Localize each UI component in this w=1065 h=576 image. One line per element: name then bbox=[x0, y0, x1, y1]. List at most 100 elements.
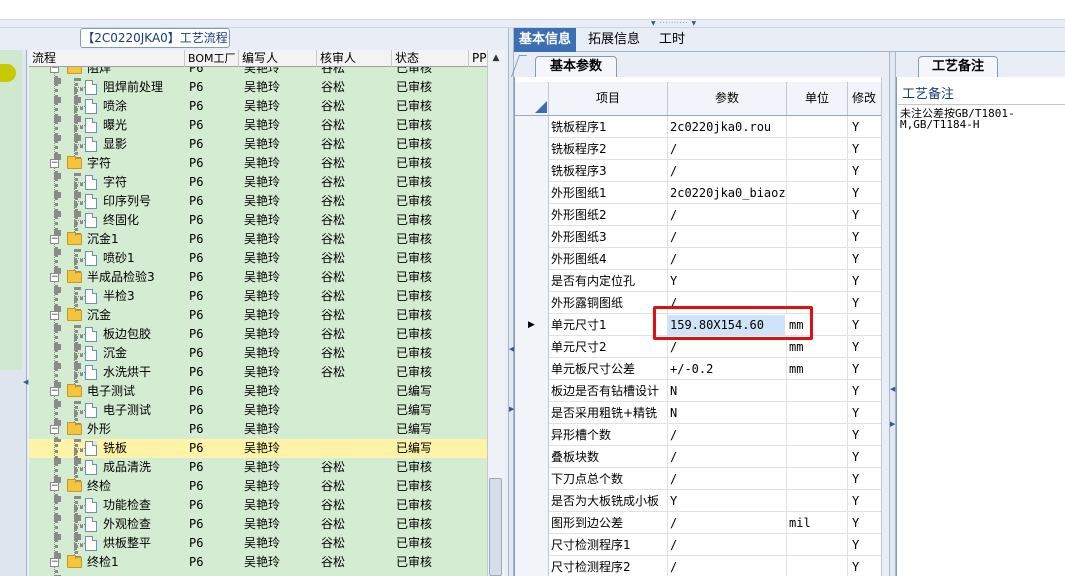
col-header-pp[interactable]: PP bbox=[469, 50, 487, 67]
row-indicator[interactable] bbox=[515, 512, 549, 534]
row-indicator[interactable] bbox=[515, 424, 549, 446]
row-indicator[interactable] bbox=[515, 182, 549, 204]
param-value-cell[interactable]: / bbox=[668, 512, 787, 534]
collapse-node-icon[interactable]: − bbox=[50, 425, 59, 434]
param-row[interactable]: 叠板块数 / Y bbox=[515, 446, 888, 468]
tree-folder-row[interactable]: − 字符 P6 吴艳玲 谷松 已审核 bbox=[29, 154, 487, 179]
param-row[interactable]: 异形槽个数 / Y bbox=[515, 424, 888, 446]
col-header-flow[interactable]: 流程 bbox=[29, 50, 185, 67]
tree-item-row[interactable]: 阻焊前处理 P6 吴艳玲 谷松 已审核 bbox=[29, 78, 487, 103]
tree-item-row[interactable]: 半检3 P6 吴艳玲 谷松 已审核 bbox=[29, 287, 487, 312]
param-value-cell[interactable]: / bbox=[668, 248, 787, 270]
row-indicator[interactable] bbox=[515, 468, 549, 490]
tree-item-row[interactable]: 曝光 P6 吴艳玲 谷松 已审核 bbox=[29, 116, 487, 141]
tab-basic-info[interactable]: 基本信息 bbox=[514, 28, 576, 52]
row-indicator[interactable] bbox=[515, 116, 549, 138]
tree-folder-row[interactable]: − 终检1 P6 吴艳玲 谷松 已审核 bbox=[29, 553, 487, 576]
param-row[interactable]: 图形到边公差 / mil Y bbox=[515, 512, 888, 534]
param-value-cell[interactable]: / bbox=[668, 138, 787, 160]
param-value-cell[interactable]: N bbox=[668, 402, 787, 424]
row-indicator[interactable] bbox=[515, 248, 549, 270]
tree-item-row[interactable]: 喷砂1 P6 吴艳玲 谷松 已审核 bbox=[29, 249, 487, 274]
collapse-left-icon[interactable]: ◀ bbox=[23, 378, 28, 386]
tab-work-hours[interactable]: 工时 bbox=[652, 28, 692, 52]
row-indicator[interactable] bbox=[515, 358, 549, 380]
param-value-cell[interactable]: / bbox=[668, 556, 787, 576]
subtab-basic-params[interactable]: 基本参数 bbox=[535, 56, 617, 78]
tree-item-row[interactable]: 电子测试 P6 吴艳玲 已编写 bbox=[29, 401, 487, 426]
param-row[interactable]: 尺寸检测程序2/Y bbox=[515, 556, 888, 576]
col-header-reviewer[interactable]: 核审人 bbox=[317, 50, 392, 67]
param-value-cell[interactable]: 2c0220jka0_biaoz... bbox=[668, 182, 787, 204]
param-row[interactable]: 铣板程序2/Y bbox=[515, 138, 888, 160]
tree-item-row[interactable]: 铣板 P6 吴艳玲 已编写 bbox=[29, 439, 487, 464]
col-header-param[interactable]: 参数 bbox=[668, 82, 787, 115]
tree-item-row[interactable]: 沉金 P6 吴艳玲 谷松 已审核 bbox=[29, 344, 487, 369]
tree-item-row[interactable]: 喷涂 P6 吴艳玲 谷松 已审核 bbox=[29, 97, 487, 122]
param-value-cell[interactable]: +/-0.2 bbox=[668, 358, 787, 380]
param-row[interactable]: 外形图纸12c0220jka0_biaoz...Y bbox=[515, 182, 888, 204]
param-value-cell[interactable]: / bbox=[668, 160, 787, 182]
row-indicator[interactable] bbox=[515, 292, 549, 314]
param-row[interactable]: 外形图纸2/Y bbox=[515, 204, 888, 226]
tree-item-row[interactable]: 板边包胶 P6 吴艳玲 谷松 已审核 bbox=[29, 325, 487, 350]
collapse-node-icon[interactable]: − bbox=[50, 273, 59, 282]
row-indicator[interactable] bbox=[515, 138, 549, 160]
param-row[interactable]: 尺寸检测程序1/Y bbox=[515, 534, 888, 556]
tree-folder-row[interactable]: − 半成品检验3 P6 吴艳玲 谷松 已审核 bbox=[29, 268, 487, 293]
splitter-grip-icon[interactable]: ▼ ·········· ▼ bbox=[640, 20, 708, 27]
row-indicator[interactable] bbox=[515, 270, 549, 292]
tree-item-row[interactable]: 显影 P6 吴艳玲 谷松 已审核 bbox=[29, 135, 487, 160]
tree-item-row[interactable]: 终固化 P6 吴艳玲 谷松 已审核 bbox=[29, 211, 487, 236]
param-value-cell[interactable]: / bbox=[668, 226, 787, 248]
collapse-node-icon[interactable]: − bbox=[50, 558, 59, 567]
tree-item-row[interactable]: 印序列号 P6 吴艳玲 谷松 已审核 bbox=[29, 192, 487, 217]
tree-folder-row[interactable]: − 阻焊 P6 吴艳玲 谷松 已审核 bbox=[29, 67, 487, 84]
param-value-cell[interactable]: Y bbox=[668, 490, 787, 512]
param-value-cell[interactable]: 2c0220jka0.rou bbox=[668, 116, 787, 138]
param-row[interactable]: 是否采用粗铣+精铣 N Y bbox=[515, 402, 888, 424]
param-row[interactable]: 板边是否有钻槽设计 N Y bbox=[515, 380, 888, 402]
param-value-cell[interactable]: / bbox=[668, 204, 787, 226]
tree-scrollbar-thumb[interactable] bbox=[489, 478, 502, 576]
param-row[interactable]: 铣板程序3/Y bbox=[515, 160, 888, 182]
col-header-bom[interactable]: BOM工厂 bbox=[185, 50, 239, 67]
notes-splitter[interactable] bbox=[889, 52, 896, 576]
tree-folder-row[interactable]: − 终检 P6 吴艳玲 谷松 已审核 bbox=[29, 477, 487, 502]
param-value-cell[interactable]: / bbox=[668, 424, 787, 446]
row-indicator[interactable] bbox=[515, 336, 549, 358]
param-value-cell[interactable]: / bbox=[668, 446, 787, 468]
tree-folder-row[interactable]: − 沉金 P6 吴艳玲 谷松 已审核 bbox=[29, 306, 487, 331]
param-value-cell[interactable]: / bbox=[668, 534, 787, 556]
row-indicator[interactable] bbox=[515, 380, 549, 402]
row-indicator[interactable] bbox=[515, 204, 549, 226]
tab-extended-info[interactable]: 拓展信息 bbox=[582, 28, 646, 52]
notes-splitter-left-icon[interactable]: ◀ bbox=[890, 385, 895, 393]
row-indicator[interactable] bbox=[515, 534, 549, 556]
collapse-node-icon[interactable]: − bbox=[50, 159, 59, 168]
tree-item-row[interactable]: 水洗烘干 P6 吴艳玲 谷松 已审核 bbox=[29, 363, 487, 388]
scroll-up-arrow-icon[interactable]: ▲ bbox=[488, 50, 504, 66]
top-splitter[interactable] bbox=[0, 20, 1065, 28]
param-row[interactable]: 外形图纸4/Y bbox=[515, 248, 888, 270]
notes-splitter-right-icon[interactable]: ▶ bbox=[890, 420, 895, 428]
param-value-cell[interactable]: / bbox=[668, 468, 787, 490]
tree-item-row[interactable]: 成品清洗 P6 吴艳玲 谷松 已审核 bbox=[29, 458, 487, 483]
col-header-author[interactable]: 编写人 bbox=[239, 50, 317, 67]
row-indicator[interactable] bbox=[515, 402, 549, 424]
param-row[interactable]: 单元板尺寸公差 +/-0.2 mm Y bbox=[515, 358, 888, 380]
row-indicator[interactable] bbox=[515, 490, 549, 512]
tree-folder-row[interactable]: − 外形 P6 吴艳玲 已编写 bbox=[29, 420, 487, 445]
param-row[interactable]: 是否有内定位孔 Y Y bbox=[515, 270, 888, 292]
tree-item-row[interactable]: 烘板整平 P6 吴艳玲 谷松 已审核 bbox=[29, 534, 487, 559]
collapse-node-icon[interactable]: − bbox=[50, 482, 59, 491]
params-grid-scrollbar[interactable] bbox=[881, 77, 889, 576]
subtab-process-notes[interactable]: 工艺备注 bbox=[918, 56, 998, 78]
collapse-node-icon[interactable]: − bbox=[50, 387, 59, 396]
param-value-cell[interactable]: N bbox=[668, 380, 787, 402]
tree-folder-row[interactable]: − 电子测试 P6 吴艳玲 已编写 bbox=[29, 382, 487, 407]
col-header-item[interactable]: 项目 bbox=[549, 82, 668, 115]
collapse-node-icon[interactable]: − bbox=[50, 235, 59, 244]
col-header-status[interactable]: 状态 bbox=[392, 50, 469, 67]
row-indicator[interactable] bbox=[515, 446, 549, 468]
